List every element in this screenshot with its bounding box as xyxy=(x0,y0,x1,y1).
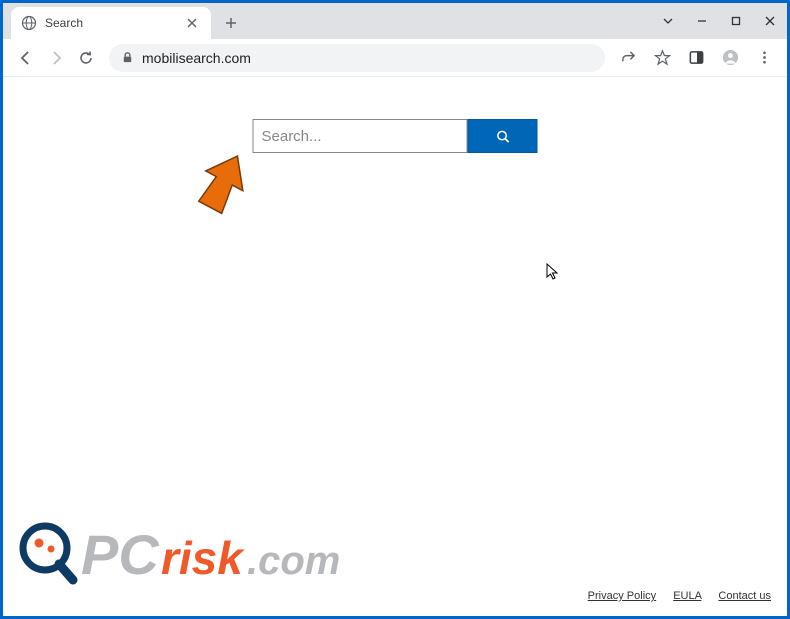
profile-icon[interactable] xyxy=(715,43,745,73)
browser-titlebar: Search xyxy=(3,3,787,39)
search-icon xyxy=(495,129,510,144)
logo-com: .com xyxy=(247,539,340,583)
share-icon[interactable] xyxy=(613,43,643,73)
browser-tab[interactable]: Search xyxy=(11,7,211,39)
menu-icon[interactable] xyxy=(749,43,779,73)
maximize-button[interactable] xyxy=(719,7,753,35)
lock-icon xyxy=(121,51,134,64)
address-bar[interactable]: mobilisearch.com xyxy=(109,44,605,72)
search-form xyxy=(253,119,538,153)
window-controls xyxy=(651,3,787,39)
tab-title: Search xyxy=(45,16,183,30)
close-window-button[interactable] xyxy=(753,7,787,35)
globe-icon xyxy=(21,15,37,31)
chevron-down-icon[interactable] xyxy=(651,7,685,35)
search-input[interactable] xyxy=(253,119,468,153)
forward-button[interactable] xyxy=(41,43,71,73)
side-panel-icon[interactable] xyxy=(681,43,711,73)
reload-button[interactable] xyxy=(71,43,101,73)
bookmark-star-icon[interactable] xyxy=(647,43,677,73)
back-button[interactable] xyxy=(11,43,41,73)
url-text: mobilisearch.com xyxy=(142,50,251,66)
eula-link[interactable]: EULA xyxy=(673,590,701,602)
close-tab-icon[interactable] xyxy=(183,15,201,31)
minimize-button[interactable] xyxy=(685,7,719,35)
new-tab-button[interactable] xyxy=(217,9,245,37)
contact-link[interactable]: Contact us xyxy=(718,590,771,602)
logo-pc: PC xyxy=(81,523,160,586)
page-content: PC risk .com Privacy Policy EULA Contact… xyxy=(3,77,787,616)
privacy-link[interactable]: Privacy Policy xyxy=(588,590,656,602)
search-button[interactable] xyxy=(468,119,538,153)
arrow-annotation xyxy=(186,152,256,227)
mouse-cursor xyxy=(546,263,560,286)
footer-links: Privacy Policy EULA Contact us xyxy=(574,590,771,602)
logo-risk: risk xyxy=(161,532,245,584)
watermark-logo: PC risk .com xyxy=(15,516,355,594)
browser-toolbar: mobilisearch.com xyxy=(3,39,787,77)
